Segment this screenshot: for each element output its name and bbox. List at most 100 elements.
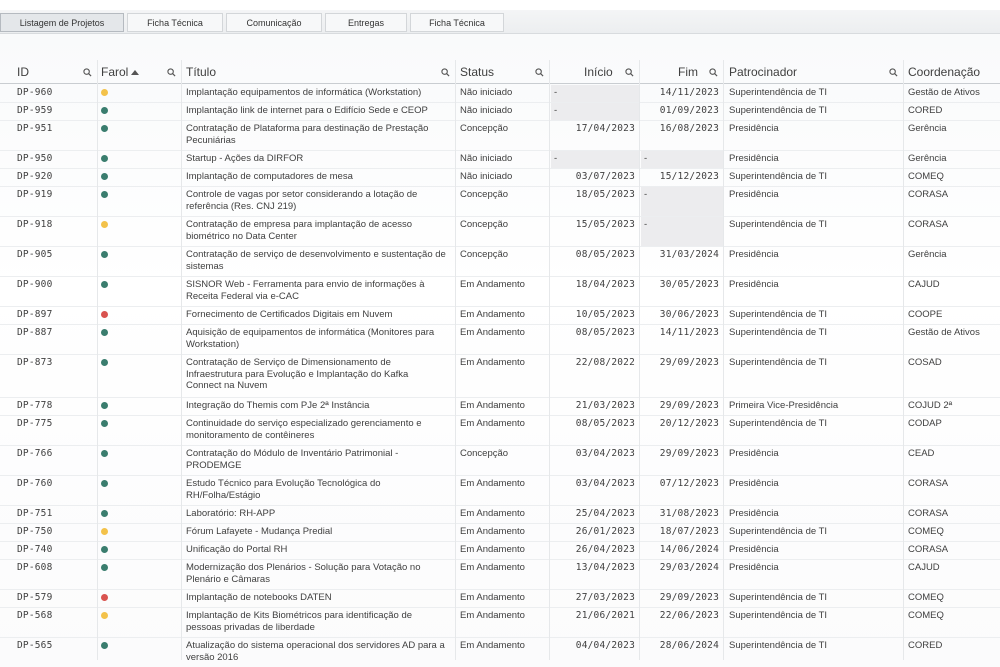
cell-inicio: - — [554, 87, 558, 98]
status-light-yellow-icon — [101, 89, 108, 96]
status-light-green-icon — [101, 329, 108, 336]
cell-status: Em Andamento — [460, 279, 525, 290]
cell-fim: 07/12/2023 — [659, 478, 719, 489]
table-row[interactable]: DP-766 Concepção 03/04/2023 29/09/2023 Presi… — [0, 446, 1000, 476]
cell-inicio: 25/04/2023 — [575, 508, 635, 519]
cell-titulo: Unificação do Portal RH — [186, 544, 288, 555]
table-row[interactable]: DP-579 Em Andamento 27/03/2023 29/09/2023 Su… — [0, 590, 1000, 608]
table-row[interactable]: DP-920 Não iniciado 03/07/2023 15/12/2023 Su… — [0, 169, 1000, 187]
tab-comunicacao[interactable]: Comunicação — [226, 13, 322, 32]
cell-coordenacao: CORASA — [908, 508, 949, 519]
col-header-inicio[interactable]: Início — [584, 60, 644, 84]
cell-inicio: 18/05/2023 — [575, 189, 635, 200]
search-icon[interactable] — [167, 68, 176, 77]
cell-id: DP-951 — [17, 123, 53, 134]
cell-id: DP-920 — [17, 171, 53, 182]
cell-patrocinador: Superintendência de TI — [729, 640, 828, 651]
status-light-green-icon — [101, 402, 108, 409]
cell-titulo: sistemas — [186, 260, 224, 272]
cell-coordenacao: CORED — [908, 105, 943, 116]
cell-id: DP-778 — [17, 400, 53, 411]
column-divider — [639, 60, 640, 660]
cell-coordenacao: CEAD — [908, 448, 935, 459]
cell-titulo: pessoas privadas de liberdade — [186, 621, 315, 633]
col-header-coordenacao[interactable]: Coordenação — [908, 60, 998, 84]
table-row[interactable]: DP-951 Concepção 17/04/2023 16/08/2023 Presi… — [0, 121, 1000, 151]
tab-ficha-tecnica-2[interactable]: Ficha Técnica — [410, 13, 504, 32]
table-row[interactable]: DP-918 Concepção 15/05/2023- Superintendênc… — [0, 217, 1000, 247]
cell-fim: 15/12/2023 — [659, 171, 719, 182]
cell-titulo: Laboratório: RH-APP — [186, 508, 276, 519]
cell-inicio: 04/04/2023 — [575, 640, 635, 651]
status-light-red-icon — [101, 311, 108, 318]
cell-patrocinador: Presidência — [729, 279, 779, 290]
search-icon[interactable] — [709, 68, 718, 77]
cell-coordenacao: CAJUD — [908, 562, 940, 573]
cell-inicio: 21/06/2021 — [575, 610, 635, 621]
cell-patrocinador: Superintendência de TI — [729, 357, 828, 368]
cell-titulo: Modernização dos Plenários - Solução par… — [186, 562, 421, 573]
table-row[interactable]: DP-950 Não iniciado - - Presidência Gerência S… — [0, 151, 1000, 169]
cell-patrocinador: Superintendência de TI — [729, 87, 828, 98]
cell-fim: 31/08/2023 — [659, 508, 719, 519]
cell-titulo: monitoramento de contêineres — [186, 429, 315, 441]
cell-coordenacao: CORASA — [908, 219, 949, 230]
cell-patrocinador: Superintendência de TI — [729, 526, 828, 537]
cell-status: Em Andamento — [460, 610, 525, 621]
search-icon[interactable] — [83, 68, 92, 77]
cell-fim: - — [644, 189, 648, 200]
table-row[interactable]: DP-608 Em Andamento 13/04/2023 29/03/2024 Pr… — [0, 560, 1000, 590]
table-row[interactable]: DP-568 Em Andamento 21/06/2021 22/06/2023 Su… — [0, 608, 1000, 638]
cell-id: DP-760 — [17, 478, 53, 489]
search-icon[interactable] — [625, 68, 634, 77]
cell-patrocinador: Superintendência de TI — [729, 219, 828, 230]
cell-id: DP-873 — [17, 357, 53, 368]
tab-entregas[interactable]: Entregas — [325, 13, 407, 32]
cell-inicio: 03/04/2023 — [575, 448, 635, 459]
table-row[interactable]: DP-750 Em Andamento 26/01/2023 18/07/2023 Su… — [0, 524, 1000, 542]
search-icon[interactable] — [889, 68, 898, 77]
table-row[interactable]: DP-565 Em Andamento 04/04/2023 28/06/2024 Su… — [0, 638, 1000, 667]
cell-coordenacao: COMEQ — [908, 526, 944, 537]
col-header-status[interactable]: Status — [460, 60, 540, 84]
cell-patrocinador: Primeira Vice-Presidência — [729, 400, 839, 411]
cell-titulo: Contratação de Plataforma para destinaçã… — [186, 123, 429, 134]
table-row[interactable]: DP-760 Em Andamento 03/04/2023 07/12/2023 Pr… — [0, 476, 1000, 506]
table-row[interactable]: DP-900 Em Andamento 18/04/2023 30/05/2023 Pr… — [0, 277, 1000, 307]
cell-inicio: 08/05/2023 — [575, 418, 635, 429]
cell-id: DP-565 — [17, 640, 53, 651]
tab-ficha-tecnica[interactable]: Ficha Técnica — [127, 13, 223, 32]
cell-fim: 31/03/2024 — [659, 249, 719, 260]
search-icon[interactable] — [441, 68, 450, 77]
col-header-farol-label: Farol — [101, 65, 129, 79]
col-header-patrocinador[interactable]: Patrocinador — [729, 60, 879, 84]
cell-titulo: Plenário e Câmaras — [186, 573, 270, 585]
table-row[interactable]: DP-887 Em Andamento 08/05/2023 14/11/2023 Su… — [0, 325, 1000, 355]
cell-coordenacao: CORED — [908, 640, 943, 651]
table-row[interactable]: DP-959 Não iniciado - 01/09/2023 Superintend… — [0, 103, 1000, 121]
cell-titulo: Startup - Ações da DIRFOR — [186, 153, 304, 164]
sort-ascending-icon[interactable] — [131, 70, 139, 75]
status-light-green-icon — [101, 173, 108, 180]
col-header-titulo[interactable]: Título — [186, 60, 446, 84]
table-panel: ID Farol Título Status Início Fim Patroc… — [0, 34, 1000, 667]
column-divider — [903, 60, 904, 660]
table-row[interactable]: DP-778 Em Andamento 21/03/2023 29/09/2023 Pr… — [0, 398, 1000, 416]
table-row[interactable]: DP-873 Em Andamento 22/08/2022 29/09/2023 Su… — [0, 355, 1000, 398]
table-row[interactable]: DP-897 Em Andamento 10/05/2023 30/06/2023 Su… — [0, 307, 1000, 325]
cell-inicio: 26/01/2023 — [575, 526, 635, 537]
table-row[interactable]: DP-905 Concepção 08/05/2023 31/03/2024 Presi… — [0, 247, 1000, 277]
cell-patrocinador: Superintendência de TI — [729, 309, 828, 320]
table-row[interactable]: DP-775 Em Andamento 08/05/2023 20/12/2023 Su… — [0, 416, 1000, 446]
cell-fim: 22/06/2023 — [659, 610, 719, 621]
search-icon[interactable] — [535, 68, 544, 77]
table-row[interactable]: DP-751 Em Andamento 25/04/2023 31/08/2023 Pr… — [0, 506, 1000, 524]
table-row[interactable]: DP-960 Não iniciado - 14/11/2023 Superintend… — [0, 85, 1000, 103]
table-row[interactable]: DP-919 Concepção 18/05/2023- Presidência COR… — [0, 187, 1000, 217]
cell-titulo: Workstation) — [186, 338, 240, 350]
cell-coordenacao: CORASA — [908, 478, 949, 489]
col-header-id-label: ID — [17, 65, 29, 79]
table-row[interactable]: DP-740 Em Andamento 26/04/2023 14/06/2024 Pr… — [0, 542, 1000, 560]
col-header-patrocinador-label: Patrocinador — [729, 65, 798, 79]
tab-listagem-de-projetos[interactable]: Listagem de Projetos — [0, 13, 124, 32]
